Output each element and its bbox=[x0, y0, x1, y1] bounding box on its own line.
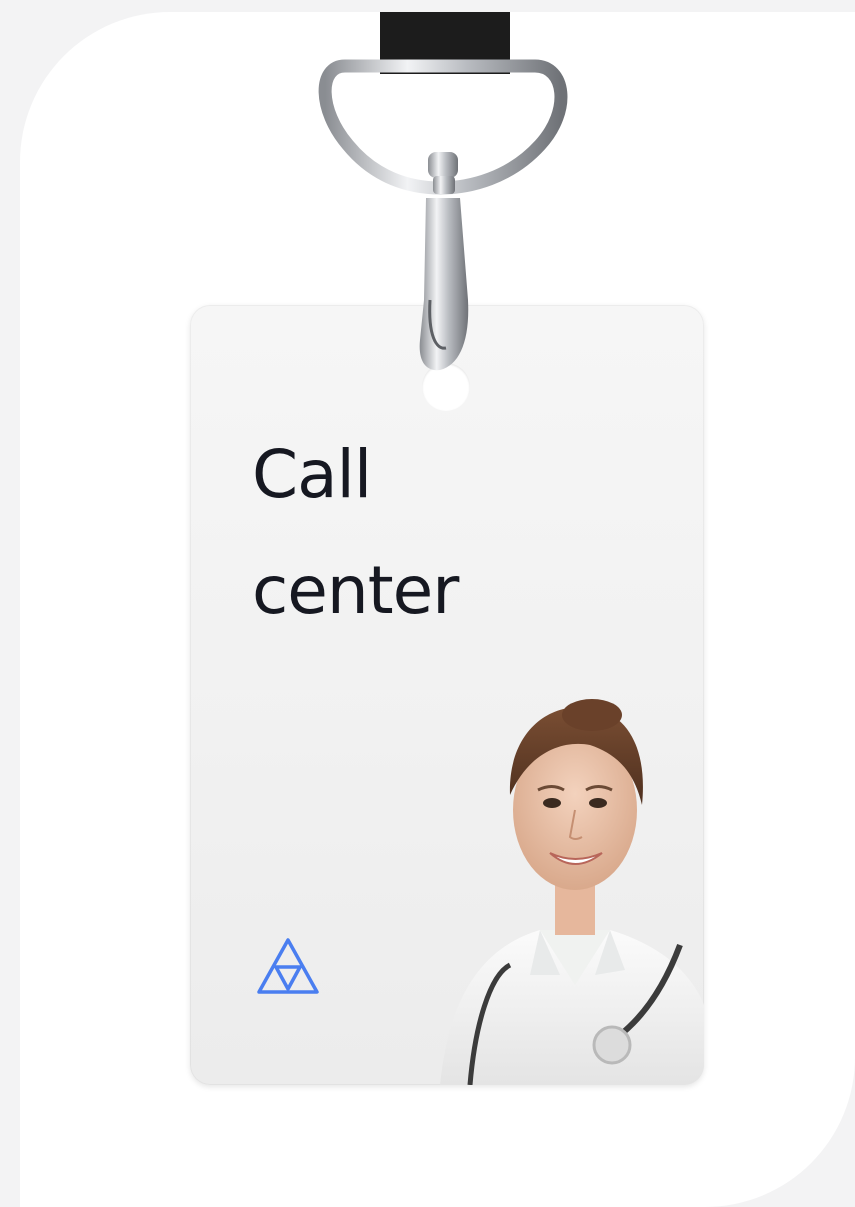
lanyard-badge-scene: Call center bbox=[0, 0, 855, 1207]
badge-punch-hole bbox=[422, 363, 470, 411]
id-badge: Call center bbox=[190, 305, 704, 1085]
lanyard-strap bbox=[380, 12, 510, 74]
triangle-logo-icon bbox=[257, 938, 319, 994]
d-ring bbox=[318, 59, 568, 195]
badge-title: Call center bbox=[252, 436, 459, 629]
doctor-portrait bbox=[440, 699, 704, 1085]
